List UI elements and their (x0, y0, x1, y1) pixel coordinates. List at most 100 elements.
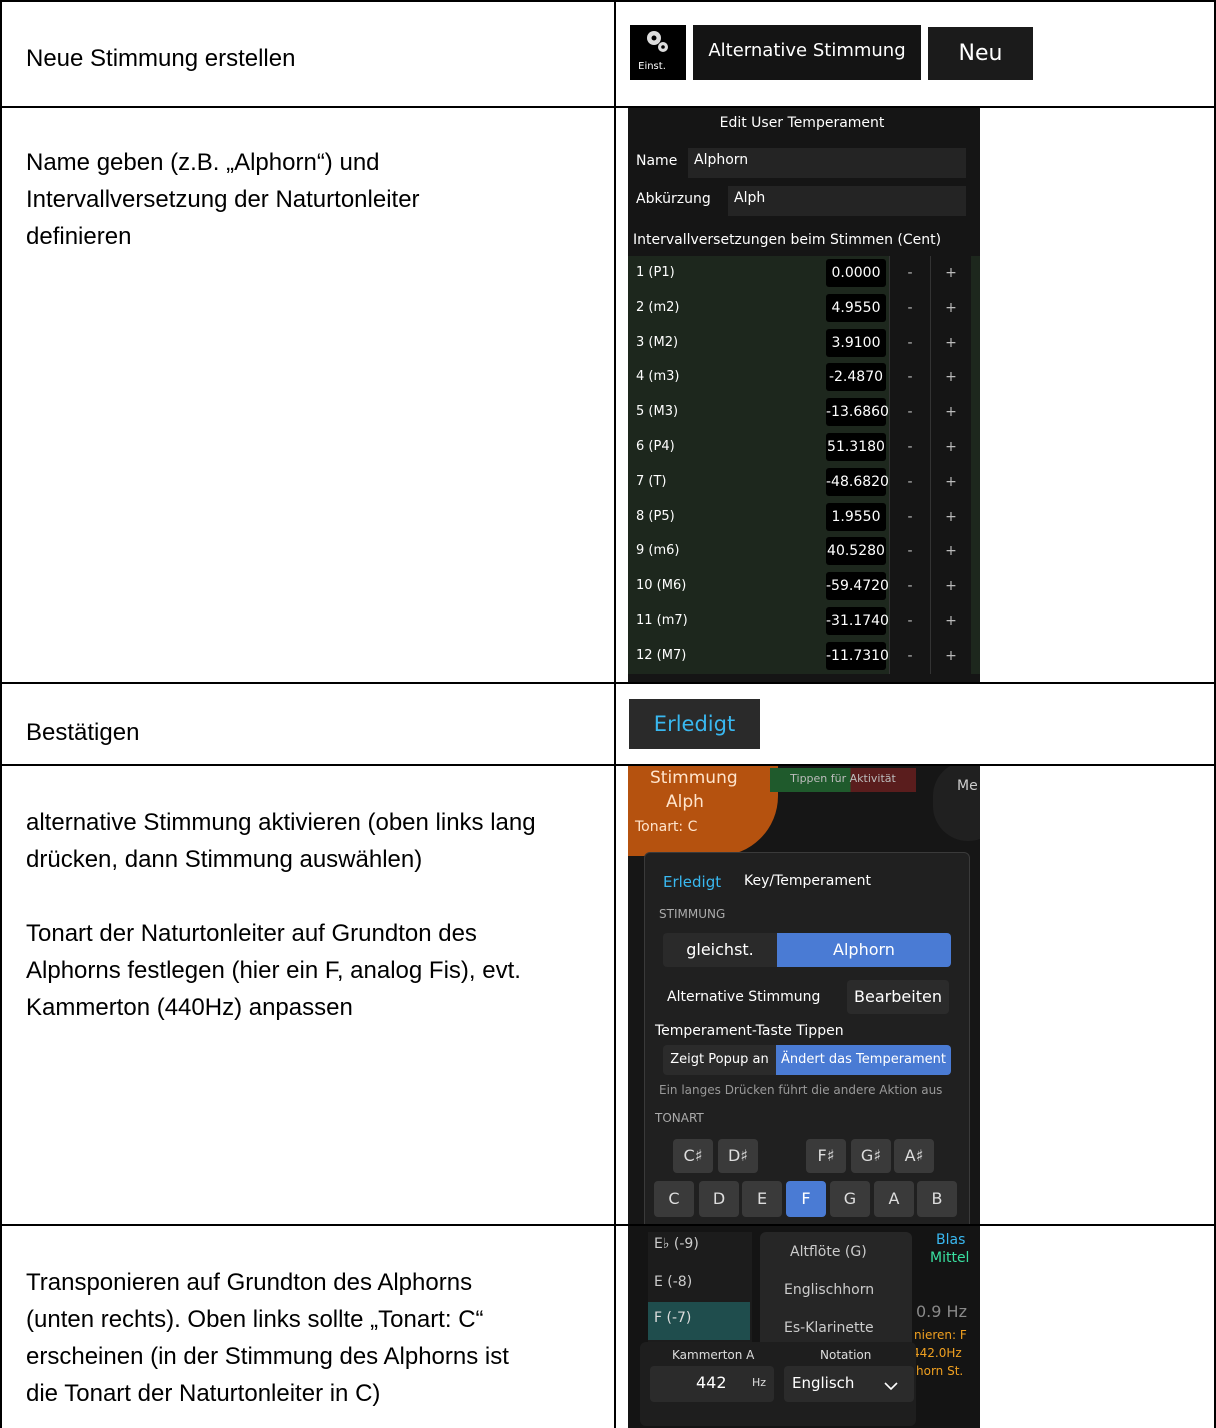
interval-row: 9 (m6) 40.5280- + (628, 534, 980, 570)
increment-button[interactable]: + (930, 464, 971, 500)
row5-line: erscheinen (in der Stimmung des Alphorns… (26, 1343, 509, 1370)
instrument-item[interactable]: Englischhorn (784, 1282, 874, 1298)
interval-value-field[interactable]: 40.5280 (826, 537, 886, 566)
kammerton-field[interactable]: 442 Hz (650, 1366, 774, 1402)
abbr-label: Abkürzung (636, 191, 711, 207)
row4-line: Alphorns festlegen (hier ein F, analog F… (26, 957, 521, 984)
natural-key-button[interactable]: G (830, 1181, 870, 1217)
interval-value-field[interactable]: 1.9550 (826, 502, 886, 531)
increment-button[interactable]: + (930, 638, 971, 674)
natural-key-button[interactable]: A (874, 1181, 914, 1217)
increment-button[interactable]: + (930, 395, 971, 431)
increment-button[interactable]: + (930, 499, 971, 535)
increment-button[interactable]: + (930, 569, 971, 605)
natural-key-button[interactable]: F (786, 1181, 826, 1217)
new-label: Neu (958, 41, 1003, 66)
alt-temperament-button[interactable]: Alternative Stimmung (693, 25, 921, 80)
interval-value-field[interactable]: 0.0000 (826, 259, 886, 287)
interval-value-field[interactable]: -13.6860 (826, 398, 889, 427)
increment-button[interactable]: + (930, 256, 971, 291)
sharp-key-button[interactable]: G♯ (851, 1139, 891, 1173)
horn-readout: horn St. (916, 1364, 964, 1378)
interval-value-field[interactable]: -31.1740 (826, 607, 889, 635)
notation-label: Notation (820, 1348, 872, 1362)
natural-key-button[interactable]: B (917, 1181, 957, 1217)
done-button[interactable]: Erledigt (629, 699, 760, 749)
decrement-button[interactable]: - (889, 360, 930, 396)
equal-temperament-option[interactable]: gleichst. (663, 933, 777, 967)
natural-key-button[interactable]: C (654, 1181, 694, 1217)
settings-label: Einst. (638, 61, 666, 72)
sharp-key-button[interactable]: C♯ (673, 1139, 713, 1173)
abbr-value: Alph (734, 190, 766, 206)
decrement-button[interactable]: - (889, 430, 930, 465)
transpose-item-selected[interactable]: F (-7) (648, 1302, 750, 1340)
new-button[interactable]: Neu (928, 27, 1033, 80)
name-field[interactable]: Alphorn (688, 148, 966, 178)
row4-line: Tonart der Naturtonleiter auf Grundton d… (26, 920, 477, 947)
increment-button[interactable]: + (930, 534, 971, 570)
tap-change-label: Ändert das Temperament (780, 1052, 947, 1067)
temperament-tab[interactable]: Stimmung Alph Tonart: C (628, 766, 778, 856)
name-value: Alphorn (694, 152, 749, 168)
increment-button[interactable]: + (930, 360, 971, 396)
me-label: Me (957, 778, 978, 794)
edit-button[interactable]: Bearbeiten (847, 980, 949, 1014)
kammerton-label: Kammerton A (672, 1348, 755, 1362)
interval-value-field[interactable]: 4.9550 (826, 293, 886, 322)
decrement-button[interactable]: - (889, 290, 930, 326)
increment-button[interactable]: + (930, 325, 971, 361)
interval-label: 2 (m2) (636, 299, 680, 315)
row4-line: drücken, dann Stimmung auswählen) (26, 846, 423, 873)
row4-line: alternative Stimmung aktivieren (oben li… (26, 809, 536, 836)
activity-hint: Tippen für Aktivität (770, 768, 916, 792)
decrement-button[interactable]: - (889, 395, 930, 431)
transpose-item[interactable]: E (-8) (654, 1274, 692, 1290)
section-stimmung: STIMMUNG (659, 907, 726, 921)
decrement-button[interactable]: - (889, 464, 930, 500)
natural-key-button[interactable]: E (742, 1181, 782, 1217)
instrument-item[interactable]: Altflöte (G) (790, 1244, 867, 1260)
interval-row: 4 (m3) -2.4870- + (628, 360, 980, 396)
decrement-button[interactable]: - (889, 569, 930, 605)
tap-popup-option[interactable]: Zeigt Popup an (663, 1045, 776, 1075)
sharp-key-button[interactable]: A♯ (894, 1139, 934, 1173)
transpose-item[interactable]: E♭ (-9) (654, 1236, 699, 1252)
me-button[interactable]: Me (933, 766, 980, 841)
decrement-button[interactable]: - (889, 325, 930, 361)
editor-title: Edit User Temperament (719, 115, 885, 131)
abbr-field[interactable]: Alph (728, 186, 966, 216)
settings-button[interactable]: Einst. (630, 25, 686, 80)
increment-button[interactable]: + (930, 430, 971, 465)
increment-button[interactable]: + (930, 604, 971, 639)
interval-label: 9 (m6) (636, 543, 680, 559)
interval-value-field[interactable]: 3.9100 (826, 328, 886, 357)
notation-select[interactable]: Englisch (784, 1366, 914, 1402)
sharp-key-button[interactable]: F♯ (806, 1139, 846, 1173)
sharp-key-button[interactable]: D♯ (718, 1139, 758, 1173)
interval-label: 7 (T) (636, 473, 667, 489)
row2-line: Intervallversetzung der Naturtonleiter (26, 186, 420, 213)
alphorn-option[interactable]: Alphorn (777, 933, 951, 967)
increment-button[interactable]: + (930, 290, 971, 326)
instrument-item[interactable]: Es-Klarinette (784, 1320, 874, 1336)
decrement-button[interactable]: - (889, 499, 930, 535)
interval-value-field[interactable]: 51.3180 (826, 433, 886, 461)
interval-value-field[interactable]: -11.7310 (826, 641, 889, 670)
tap-change-option[interactable]: Ändert das Temperament (776, 1045, 951, 1075)
decrement-button[interactable]: - (889, 256, 930, 291)
natural-key-button[interactable]: D (699, 1181, 739, 1217)
interval-value-field[interactable]: -59.4720 (826, 572, 889, 601)
interval-value-field[interactable]: -48.6820 (826, 467, 889, 496)
tap-setting-label: Temperament-Taste Tippen (655, 1023, 844, 1039)
interval-value-field[interactable]: -2.4870 (826, 363, 886, 392)
interval-label: 12 (M7) (636, 647, 687, 663)
transpose-screenshot: E♭ (-9) E (-8) F (-7) Altflöte (G) Engli… (628, 1226, 980, 1428)
row1-text: Neue Stimmung erstellen (26, 45, 296, 72)
popup-done-button[interactable]: Erledigt (663, 873, 721, 891)
decrement-button[interactable]: - (889, 534, 930, 570)
interval-row: 11 (m7) -31.1740- + (628, 604, 980, 639)
decrement-button[interactable]: - (889, 638, 930, 674)
decrement-button[interactable]: - (889, 604, 930, 639)
interval-row: 12 (M7) -11.7310- + (628, 638, 980, 674)
